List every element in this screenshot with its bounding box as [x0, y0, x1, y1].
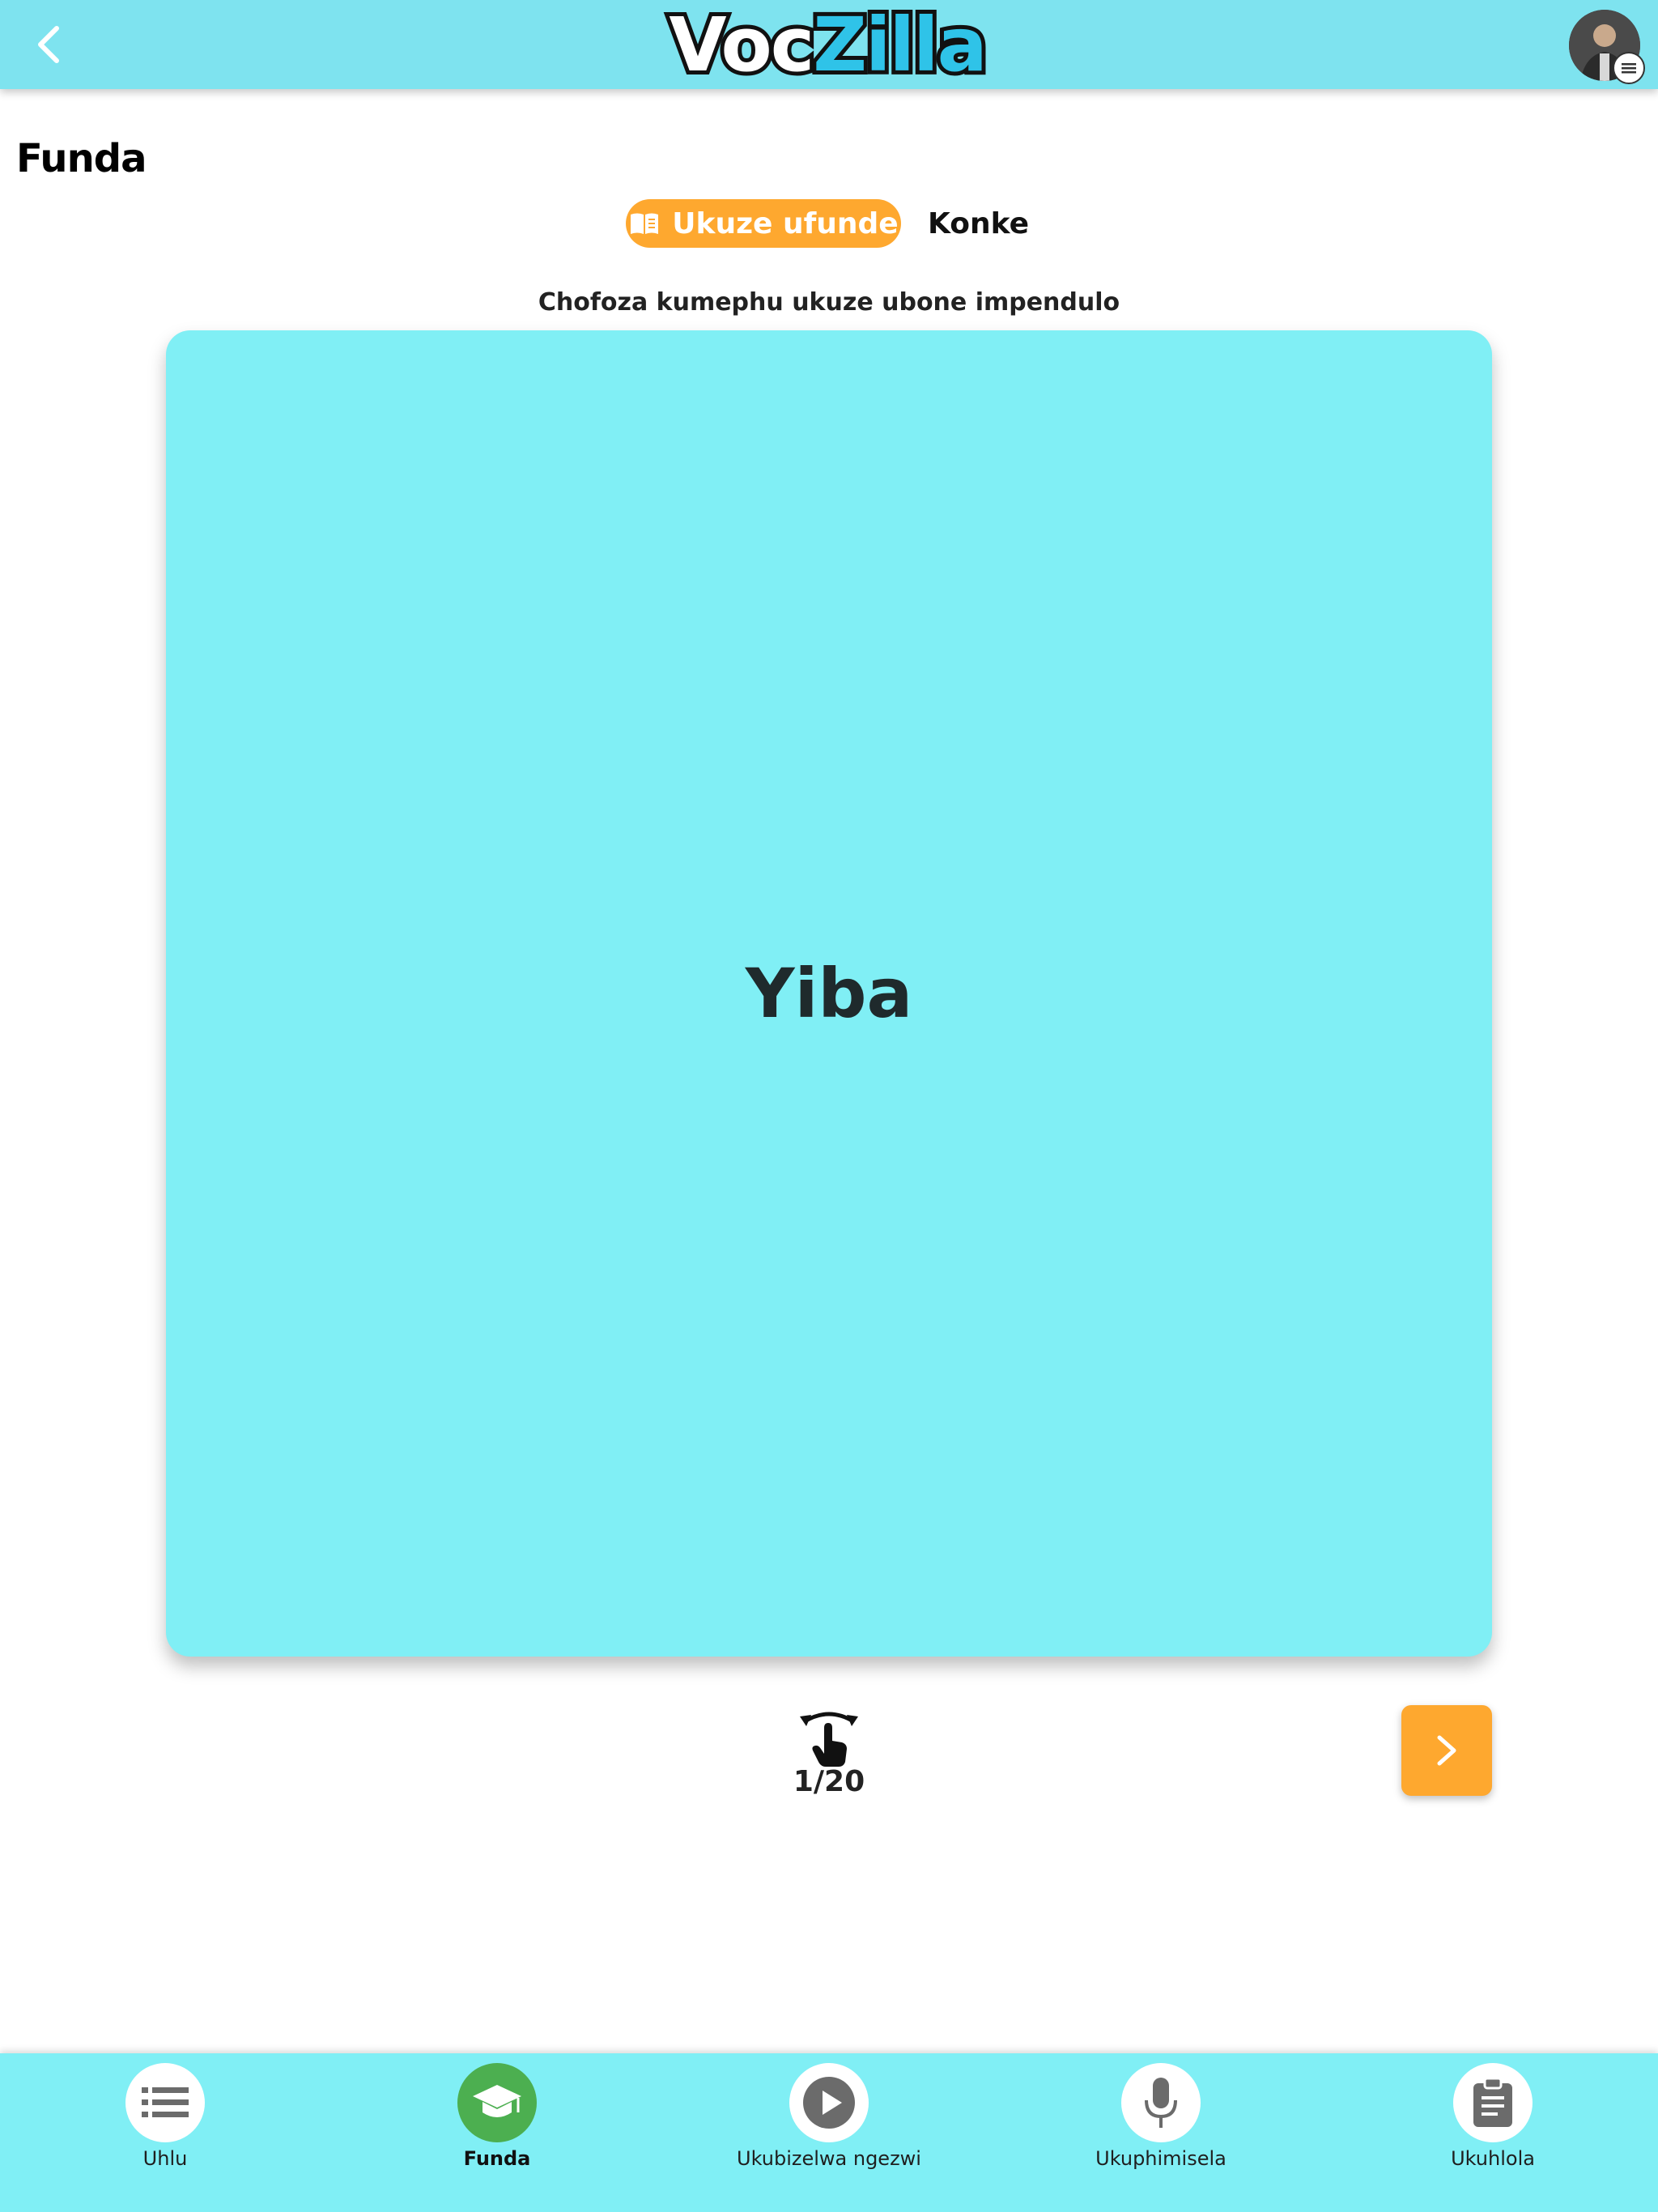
book-icon — [631, 213, 659, 234]
mode-learn-label: Ukuze ufunde — [672, 206, 899, 240]
list-icon — [142, 2087, 189, 2117]
nav-item-pronunciation[interactable]: Ukuphimisela — [1039, 2063, 1282, 2193]
page-title: Funda — [16, 136, 147, 181]
flashcard[interactable]: Yiba — [166, 330, 1492, 1657]
back-button[interactable] — [24, 20, 73, 69]
nav-icon-circle — [789, 2063, 869, 2142]
logo-part-voc: Voc — [665, 2, 818, 88]
nav-item-audio[interactable]: Ukubizelwa ngezwi — [708, 2063, 950, 2193]
play-icon — [803, 2077, 855, 2129]
chevron-right-icon — [1437, 1735, 1456, 1766]
nav-label: Ukubizelwa ngezwi — [737, 2147, 921, 2170]
nav-icon-circle — [1121, 2063, 1201, 2142]
nav-icon-circle — [125, 2063, 205, 2142]
chevron-left-icon — [38, 26, 59, 63]
nav-label: Uhlu — [142, 2147, 188, 2170]
mode-learn-button[interactable]: Ukuze ufunde — [626, 199, 901, 248]
bottom-navigation: Uhlu Funda Ukubizelwa ngezwi Ukuphimisel… — [0, 2053, 1658, 2212]
nav-item-test[interactable]: Ukuhlola — [1371, 2063, 1614, 2193]
menu-icon — [1622, 63, 1636, 74]
top-app-bar: Voc Zilla — [0, 0, 1658, 89]
flashcard-word: Yiba — [745, 954, 913, 1033]
nav-icon-circle — [457, 2063, 537, 2142]
nav-icon-circle — [1453, 2063, 1533, 2142]
logo-part-zilla: Zilla — [809, 2, 991, 88]
tap-hint: Chofoza kumephu ukuze ubone impendulo — [538, 288, 1120, 317]
microphone-icon — [1145, 2078, 1177, 2128]
menu-badge[interactable] — [1613, 52, 1645, 84]
nav-label: Ukuhlola — [1451, 2147, 1535, 2170]
nav-label: Ukuphimisela — [1095, 2147, 1226, 2170]
voczilla-logo: Voc Zilla — [665, 2, 991, 88]
nav-item-learn[interactable]: Funda — [376, 2063, 619, 2193]
next-card-button[interactable] — [1401, 1705, 1492, 1796]
clipboard-icon — [1473, 2077, 1512, 2127]
mode-all-button[interactable]: Konke — [928, 202, 1029, 245]
graduation-cap-icon — [473, 2085, 521, 2117]
nav-label: Funda — [463, 2147, 531, 2170]
tap-flip-icon — [800, 1712, 858, 1767]
nav-item-list[interactable]: Uhlu — [44, 2063, 287, 2193]
